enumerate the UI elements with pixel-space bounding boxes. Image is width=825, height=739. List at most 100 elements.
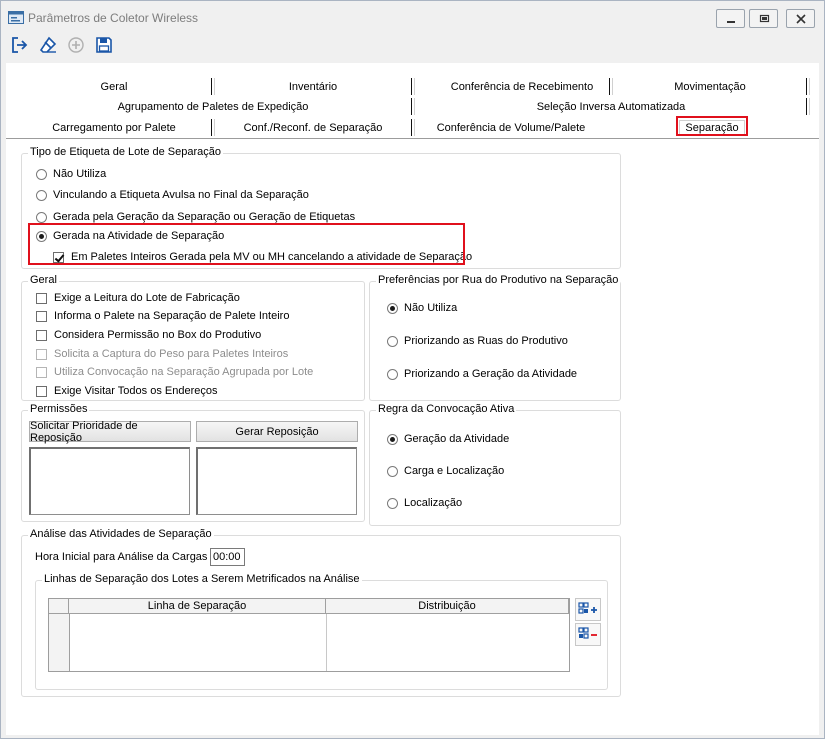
- add-row-button[interactable]: [575, 598, 601, 621]
- tab-separator: [411, 119, 415, 136]
- tab-geral[interactable]: Geral: [86, 81, 142, 93]
- tab-conf-reconf-separacao[interactable]: Conf./Reconf. de Separação: [226, 122, 400, 134]
- column-header-linha-separacao[interactable]: Linha de Separação: [69, 599, 326, 614]
- exit-icon: [12, 37, 28, 53]
- tab-separator: [211, 78, 215, 95]
- radio-indicator[interactable]: [387, 465, 398, 477]
- remove-row-button[interactable]: [575, 623, 601, 646]
- radio-indicator[interactable]: [36, 211, 47, 223]
- radio-regra-carga-localizacao[interactable]: Carga e Localização: [387, 465, 504, 477]
- group-linhas-separacao: Linhas de Separação dos Lotes a Serem Me…: [35, 573, 608, 690]
- group-tipo-etiqueta-legend: Tipo de Etiqueta de Lote de Separação: [28, 146, 224, 158]
- group-preferencias-rua-legend: Preferências por Rua do Produtivo na Sep…: [376, 274, 621, 286]
- checkbox-indicator[interactable]: [36, 385, 47, 397]
- grid-row-header-corner: [49, 599, 69, 614]
- add-row-icon: [578, 602, 597, 614]
- checkbox-label: Exige a Leitura do Lote de Fabricação: [54, 292, 240, 304]
- checkbox-indicator[interactable]: [36, 292, 47, 304]
- tab-separator: [806, 98, 810, 115]
- radio-pref-priorizando-ruas[interactable]: Priorizando as Ruas do Produtivo: [387, 335, 568, 347]
- tab-separator: [806, 78, 810, 95]
- tab-movimentacao[interactable]: Movimentação: [646, 81, 774, 93]
- group-linhas-separacao-legend: Linhas de Separação dos Lotes a Serem Me…: [42, 573, 362, 585]
- radio-label: Carga e Localização: [404, 465, 505, 477]
- radio-indicator[interactable]: [387, 302, 398, 314]
- group-regra-convocacao-legend: Regra da Convocação Ativa: [376, 403, 517, 415]
- remove-row-icon: [578, 627, 597, 639]
- check-solicita-captura-peso: Solicita a Captura do Peso para Paletes …: [36, 348, 288, 360]
- radio-regra-localizacao[interactable]: Localização: [387, 497, 462, 509]
- radio-label: Não Utiliza: [404, 302, 458, 314]
- check-considera-permissao-box[interactable]: Considera Permissão no Box do Produtivo: [36, 329, 261, 341]
- minimize-button[interactable]: [716, 9, 745, 28]
- tab-agrupamento-paletes[interactable]: Agrupamento de Paletes de Expedição: [86, 101, 340, 113]
- close-icon: [795, 13, 806, 24]
- radio-gerada-geracao-separacao[interactable]: Gerada pela Geração da Separação ou Gera…: [36, 211, 355, 223]
- app-icon: [8, 11, 24, 24]
- radio-pref-nao-utiliza[interactable]: Não Utiliza: [387, 302, 457, 314]
- radio-label: Não Utiliza: [53, 168, 107, 180]
- column-header-distribuicao[interactable]: Distribuição: [326, 599, 569, 614]
- tab-separator: [411, 78, 415, 95]
- save-icon: [96, 37, 112, 53]
- radio-regra-geracao-atividade[interactable]: Geração da Atividade: [387, 433, 509, 445]
- radio-label: Priorizando as Ruas do Produtivo: [404, 335, 568, 347]
- radio-label: Vinculando a Etiqueta Avulsa no Final da…: [53, 189, 309, 201]
- main-window: Parâmetros de Coletor Wireless Geral Inv…: [0, 0, 825, 739]
- checkbox-indicator[interactable]: [36, 310, 47, 322]
- checkbox-label: Considera Permissão no Box do Produtivo: [54, 329, 262, 341]
- radio-vinculando-etiqueta-avulsa[interactable]: Vinculando a Etiqueta Avulsa no Final da…: [36, 189, 309, 201]
- tab-strip: Geral Inventário Conferência de Recebime…: [6, 63, 819, 139]
- grid-column-divider: [326, 614, 327, 671]
- tab-separator: [411, 98, 415, 115]
- linhas-separacao-grid[interactable]: Linha de Separação Distribuição: [48, 598, 570, 672]
- prioridade-reposicao-list[interactable]: [29, 447, 190, 515]
- checkbox-label: Exige Visitar Todos os Endereços: [54, 385, 218, 397]
- tab-conferencia-volume-palete[interactable]: Conferência de Volume/Palete: [421, 122, 601, 134]
- group-analise-atividades: Análise das Atividades de Separação Hora…: [21, 528, 621, 697]
- radio-indicator[interactable]: [387, 433, 398, 445]
- group-geral: Geral Exige a Leitura do Lote de Fabrica…: [21, 274, 365, 401]
- window-title: Parâmetros de Coletor Wireless: [28, 11, 199, 25]
- checkbox-label: Utiliza Convocação na Separação Agrupada…: [54, 366, 314, 378]
- radio-nao-utiliza[interactable]: Não Utiliza: [36, 168, 106, 180]
- tab-conferencia-recebimento[interactable]: Conferência de Recebimento: [426, 81, 618, 93]
- toolbar: [2, 32, 823, 60]
- tab-separator: [211, 119, 215, 136]
- radio-pref-priorizando-geracao[interactable]: Priorizando a Geração da Atividade: [387, 368, 577, 380]
- clear-button[interactable]: [37, 34, 59, 56]
- check-exige-leitura-lote[interactable]: Exige a Leitura do Lote de Fabricação: [36, 292, 240, 304]
- tab-inventario[interactable]: Inventário: [246, 81, 380, 93]
- tab-content-separacao: Tipo de Etiqueta de Lote de Separação Nã…: [6, 138, 819, 735]
- group-preferencias-rua: Preferências por Rua do Produtivo na Sep…: [369, 274, 621, 401]
- add-button: [65, 34, 87, 56]
- radio-indicator[interactable]: [387, 368, 398, 380]
- checkbox-label: Informa o Palete na Separação de Palete …: [54, 310, 290, 322]
- check-informa-palete[interactable]: Informa o Palete na Separação de Palete …: [36, 310, 289, 322]
- tab-selecao-inversa[interactable]: Seleção Inversa Automatizada: [501, 101, 721, 113]
- add-circle-icon: [68, 37, 84, 53]
- gerar-reposicao-list[interactable]: [196, 447, 357, 515]
- group-regra-convocacao: Regra da Convocação Ativa Geração da Ati…: [369, 403, 621, 526]
- save-button[interactable]: [93, 34, 115, 56]
- checkbox-label: Solicita a Captura do Peso para Paletes …: [54, 348, 289, 360]
- radio-indicator[interactable]: [387, 497, 398, 509]
- close-button[interactable]: [786, 9, 815, 28]
- group-permissoes-legend: Permissões: [28, 403, 90, 415]
- highlight-gerada-atividade: [28, 223, 465, 265]
- radio-indicator[interactable]: [36, 189, 47, 201]
- radio-indicator[interactable]: [36, 168, 47, 180]
- minimize-icon: [726, 20, 735, 23]
- check-exige-visitar-enderecos[interactable]: Exige Visitar Todos os Endereços: [36, 385, 217, 397]
- highlight-separacao-tab: [676, 116, 748, 136]
- checkbox-indicator: [36, 348, 47, 360]
- checkbox-indicator[interactable]: [36, 329, 47, 341]
- exit-button[interactable]: [8, 34, 30, 56]
- hora-inicial-input[interactable]: 00:00: [210, 548, 245, 566]
- solicitar-prioridade-reposicao-button[interactable]: Solicitar Prioridade de Reposição: [29, 420, 191, 444]
- gerar-reposicao-button[interactable]: Gerar Reposição: [196, 421, 358, 442]
- radio-indicator[interactable]: [387, 335, 398, 347]
- tab-carregamento-palete[interactable]: Carregamento por Palete: [36, 122, 192, 134]
- radio-label: Gerada pela Geração da Separação ou Gera…: [53, 211, 356, 223]
- maximize-button[interactable]: [749, 9, 778, 28]
